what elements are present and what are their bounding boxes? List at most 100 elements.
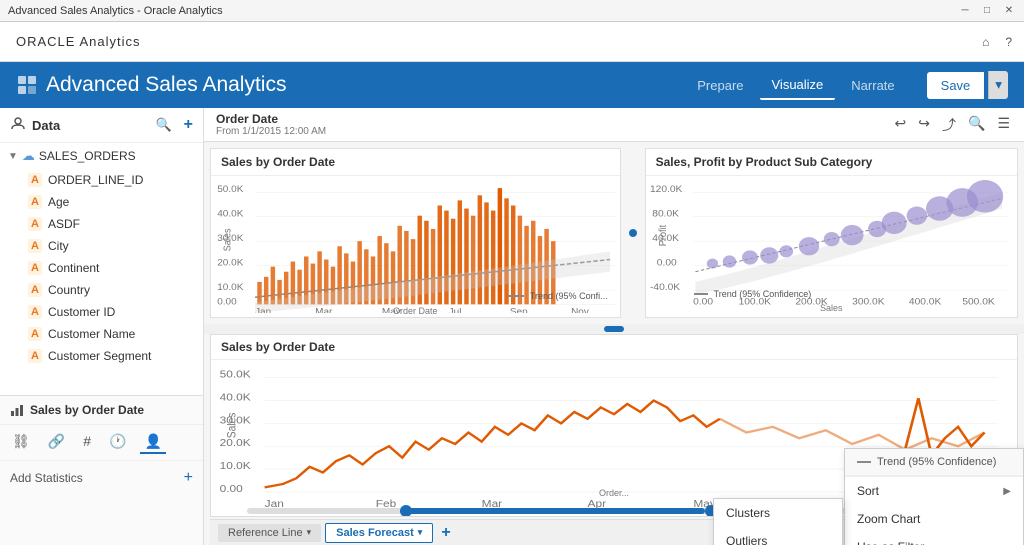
svg-text:0.00: 0.00 (656, 258, 677, 268)
svg-text:40.0K: 40.0K (220, 392, 252, 403)
date-filter-info: Order Date From 1/1/2015 12:00 AM (216, 112, 326, 137)
field-type-icon: A (28, 239, 42, 253)
undo-icon[interactable]: ↩ (893, 113, 909, 137)
sidebar-bottom-panel: Sales by Order Date ⛓ 🔗 # 🕐 👤 Add Statis… (0, 395, 203, 545)
person-icon[interactable]: 👤 (140, 431, 165, 454)
sidebar-data-label: Data (32, 118, 60, 133)
sidebar-bottom-icons: ⛓ 🔗 # 🕐 👤 (0, 425, 203, 461)
tree-arrow-icon: ▼ (8, 151, 18, 162)
field-label: City (48, 239, 69, 253)
field-type-icon: A (28, 261, 42, 275)
tree-group-label: SALES_ORDERS (39, 149, 136, 163)
ctx-sort[interactable]: Sort ▶ (845, 476, 1023, 505)
svg-text:10.0K: 10.0K (217, 282, 244, 293)
tree-item-2[interactable]: A ASDF (0, 213, 203, 235)
ctx-zoom-chart[interactable]: Zoom Chart (845, 505, 1023, 533)
chart-title-top-left: Sales by Order Date (211, 149, 620, 176)
minimize-button[interactable]: ─ (958, 4, 972, 18)
hash-icon[interactable]: # (79, 431, 95, 454)
resize-handle[interactable] (627, 142, 639, 324)
maximize-button[interactable]: □ (980, 4, 994, 18)
nav-prepare[interactable]: Prepare (685, 72, 755, 99)
save-dropdown-button[interactable]: ▾ (988, 71, 1008, 99)
menu-icon[interactable]: ☰ (995, 113, 1012, 137)
tab-reference-dropdown[interactable]: ▾ (307, 527, 312, 538)
field-label: Customer ID (48, 305, 115, 319)
search-icon[interactable]: 🔍 (966, 113, 987, 137)
chart-panel-top-right: Sales, Profit by Product Sub Category 12… (645, 148, 1018, 318)
sidebar-add-icon[interactable]: + (184, 116, 193, 134)
scatter-legend-label: Trend (95% Confidence) (714, 289, 812, 299)
bottom-chart-title: Sales by Order Date (211, 335, 1017, 360)
tree-item-6[interactable]: A Customer ID (0, 301, 203, 323)
cloud-icon: ☁ (22, 148, 35, 164)
ctx-sort-arrow: ▶ (1003, 486, 1011, 497)
tree-group-sales-orders[interactable]: ▼ ☁ SALES_ORDERS (0, 143, 203, 169)
nav-visualize[interactable]: Visualize (760, 71, 836, 100)
header-icons: ⌂ ? (982, 35, 1012, 49)
chart-panel-top-left: Sales by Order Date 50.0K 40.0K 30.0K 20… (210, 148, 621, 318)
field-label: Age (48, 195, 69, 209)
svg-text:Sales: Sales (222, 228, 233, 251)
field-type-icon: A (28, 195, 42, 209)
app-header: ORACLEAnalytics ⌂ ? (0, 22, 1024, 62)
svg-text:Profit: Profit (657, 225, 669, 247)
title-bar-text: Advanced Sales Analytics - Oracle Analyt… (8, 5, 223, 17)
vertical-resize-bar[interactable] (204, 324, 1024, 334)
sub-ctx-clusters[interactable]: Clusters (714, 499, 842, 527)
redo-icon[interactable]: ↪ (916, 113, 932, 137)
tree-item-1[interactable]: A Age (0, 191, 203, 213)
tab-sales-forecast[interactable]: Sales Forecast ▾ (325, 523, 433, 543)
main-header: Advanced Sales Analytics Prepare Visuali… (0, 62, 1024, 108)
field-label: Customer Segment (48, 349, 151, 363)
field-type-icon: A (28, 283, 42, 297)
close-button[interactable]: ✕ (1002, 4, 1016, 18)
nav-narrate[interactable]: Narrate (839, 72, 906, 99)
field-type-icon: A (28, 305, 42, 319)
canvas-toolbar: Order Date From 1/1/2015 12:00 AM ↩ ↪ ⤴ … (204, 108, 1024, 142)
x-axis-label: Order Date (211, 306, 620, 316)
sidebar-search-icon[interactable]: 🔍 (155, 117, 171, 133)
clock-icon[interactable]: 🕐 (105, 431, 130, 454)
context-menu: Trend (95% Confidence) Sort ▶ Zoom Chart… (844, 448, 1024, 545)
tree-item-4[interactable]: A Continent (0, 257, 203, 279)
field-label: Country (48, 283, 90, 297)
oracle-logo: ORACLEAnalytics (12, 34, 141, 49)
field-label: ORDER_LINE_ID (48, 173, 143, 187)
home-icon[interactable]: ⌂ (982, 35, 989, 49)
page-title-area: Advanced Sales Analytics (16, 73, 286, 97)
svg-text:-40.0K: -40.0K (650, 283, 681, 293)
slider-left-handle[interactable] (400, 505, 412, 516)
field-type-icon: A (28, 217, 42, 231)
link-icon[interactable]: ⛓ (8, 431, 34, 454)
save-button[interactable]: Save (927, 72, 985, 99)
tree-item-8[interactable]: A Customer Segment (0, 345, 203, 367)
legend-trend-label: Trend (95% Confi... (530, 291, 608, 301)
add-statistics-item[interactable]: Add Statistics + (0, 461, 203, 495)
sidebar: Data 🔍 + ▼ ☁ SALES_ORDERS A ORDER_LINE_I… (0, 108, 204, 545)
svg-text:Sales: Sales (226, 412, 239, 438)
nav-buttons: Prepare Visualize Narrate Save ▾ (685, 71, 1008, 100)
content-area: Data 🔍 + ▼ ☁ SALES_ORDERS A ORDER_LINE_I… (0, 108, 1024, 545)
page-title-icon (16, 74, 38, 97)
field-type-icon: A (28, 349, 42, 363)
date-from: From 1/1/2015 12:00 AM (216, 126, 326, 137)
help-icon[interactable]: ? (1005, 35, 1012, 49)
link2-icon[interactable]: 🔗 (44, 431, 69, 454)
svg-text:20.0K: 20.0K (217, 258, 244, 269)
ctx-use-as-filter[interactable]: Use as Filter (845, 533, 1023, 545)
tree-item-7[interactable]: A Customer Name (0, 323, 203, 345)
date-label: Order Date (216, 112, 326, 126)
tree-item-3[interactable]: A City (0, 235, 203, 257)
tab-reference-line[interactable]: Reference Line ▾ (218, 524, 321, 542)
chart-body-top-right: 120.0K 80.0K 40.0K 0.00 -40.0K Profit (646, 176, 1017, 317)
tree-item-5[interactable]: A Country (0, 279, 203, 301)
sub-ctx-outliers[interactable]: Outliers (714, 527, 842, 545)
field-label: Continent (48, 261, 99, 275)
chart-body-top-left: 50.0K 40.0K 30.0K 20.0K 10.0K 0.00 Sales (211, 176, 620, 317)
share-icon[interactable]: ⤴ (940, 113, 958, 137)
add-tab-button[interactable]: + (441, 524, 450, 542)
tree-item-0[interactable]: A ORDER_LINE_ID (0, 169, 203, 191)
ctx-legend-text: Trend (95% Confidence) (877, 456, 996, 468)
tab-forecast-dropdown[interactable]: ▾ (418, 527, 423, 538)
